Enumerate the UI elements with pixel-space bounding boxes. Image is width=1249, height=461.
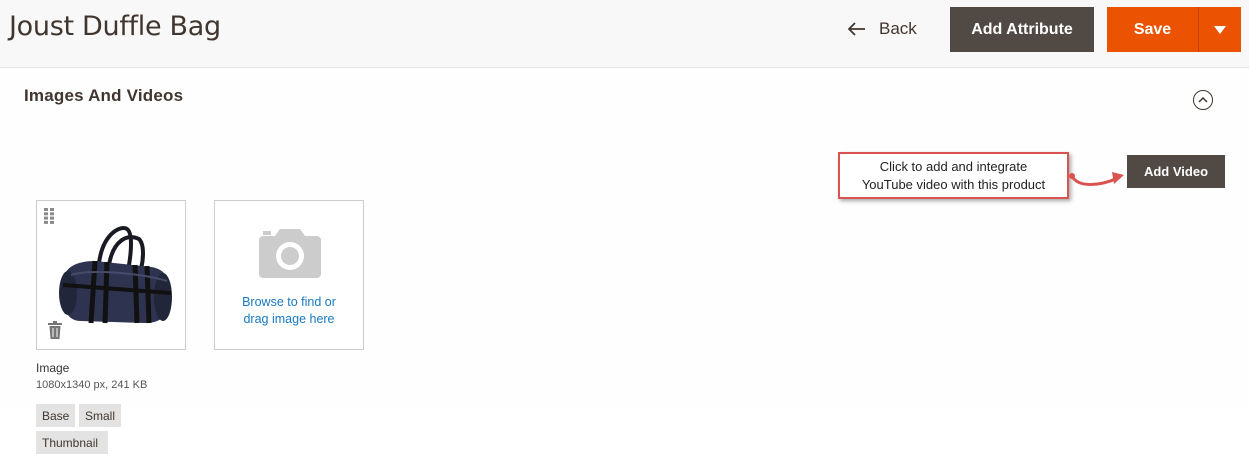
page-title: Joust Duffle Bag: [9, 11, 221, 42]
add-attribute-button[interactable]: Add Attribute: [950, 7, 1094, 52]
tooltip-callout: Click to add and integrate YouTube video…: [838, 152, 1069, 199]
save-button[interactable]: Save: [1107, 7, 1199, 52]
chevron-up-icon: [1198, 97, 1208, 103]
callout-arrow-icon: [1069, 172, 1124, 186]
back-button[interactable]: Back: [848, 16, 917, 42]
upload-line-1: Browse to find or: [242, 295, 336, 309]
image-upload-dropzone[interactable]: Browse to find or drag image here: [214, 200, 364, 350]
upload-prompt[interactable]: Browse to find or drag image here: [215, 294, 363, 328]
collapse-icon[interactable]: [1193, 90, 1213, 110]
trash-icon[interactable]: [48, 321, 62, 339]
back-label: Back: [879, 19, 917, 38]
role-tag-small: Small: [79, 404, 121, 427]
role-tag-thumbnail: Thumbnail: [36, 431, 108, 454]
save-split-button: Save: [1107, 7, 1241, 52]
section-title[interactable]: Images And Videos: [24, 86, 183, 106]
arrow-left-icon: [848, 22, 865, 36]
drag-handle-icon[interactable]: [44, 208, 54, 224]
images-videos-section: [0, 68, 1249, 408]
add-video-button[interactable]: Add Video: [1127, 155, 1225, 188]
image-label: Image: [36, 361, 70, 375]
caret-down-icon: [1214, 25, 1226, 34]
save-options-toggle[interactable]: [1199, 7, 1241, 52]
product-image-tile[interactable]: [36, 200, 186, 350]
role-tag-base: Base: [36, 404, 75, 427]
upload-line-2: drag image here: [243, 312, 335, 326]
callout-line-2: YouTube video with this product: [861, 177, 1046, 192]
callout-line-1: Click to add and integrate: [879, 159, 1028, 174]
product-image: [59, 226, 172, 324]
camera-icon: [259, 229, 321, 278]
image-meta: 1080x1340 px, 241 KB: [36, 379, 148, 391]
